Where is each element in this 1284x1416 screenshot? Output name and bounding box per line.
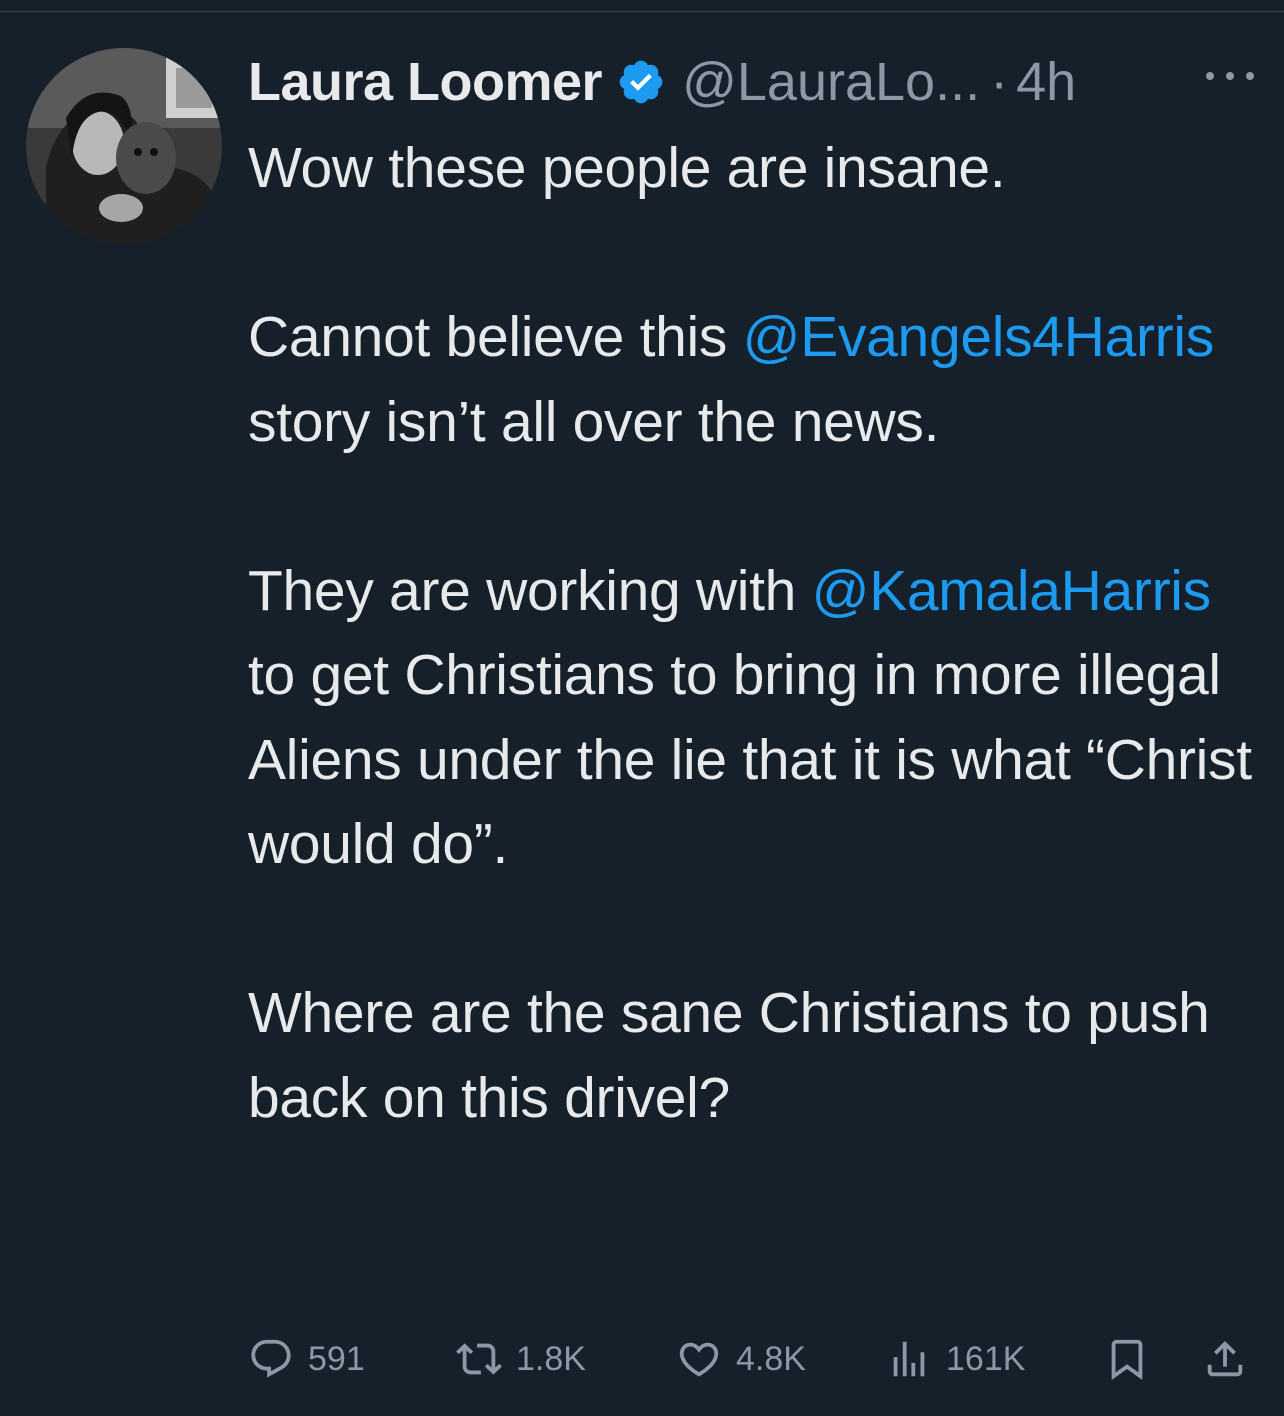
tweet-timestamp[interactable]: 4h bbox=[1016, 51, 1076, 113]
reply-button[interactable]: 591 bbox=[248, 1334, 365, 1384]
tweet-text-segment: They are working with bbox=[248, 558, 812, 623]
more-horizontal-icon[interactable] bbox=[1202, 66, 1258, 86]
mention-link-kamalaharris[interactable]: @KamalaHarris bbox=[812, 559, 1212, 623]
tweet-actions-bar: 591 1.8K 4.8K 161K bbox=[248, 1334, 1258, 1384]
share-icon bbox=[1207, 1340, 1243, 1377]
tweet-text-segment: Cannot believe this bbox=[248, 305, 743, 369]
reply-icon bbox=[251, 1339, 291, 1378]
share-button[interactable] bbox=[1202, 1334, 1262, 1384]
tweet-paragraph-2: Cannot believe this @Evangels4Harris sto… bbox=[248, 295, 1258, 464]
top-divider bbox=[0, 0, 1284, 12]
tweet-paragraph-1: Wow these people are insane. bbox=[248, 136, 1006, 200]
tweet-paragraph-3: They are working with @KamalaHarris to g… bbox=[248, 549, 1258, 887]
retweet-count: 1.8K bbox=[516, 1339, 586, 1378]
views-button[interactable]: 161K bbox=[886, 1334, 1025, 1384]
author-handle[interactable]: @LauraLo... bbox=[682, 51, 980, 113]
reply-count: 591 bbox=[308, 1339, 365, 1378]
like-button[interactable]: 4.8K bbox=[676, 1334, 806, 1384]
verified-badge-icon bbox=[619, 60, 663, 104]
heart-icon bbox=[679, 1342, 719, 1377]
bookmark-icon bbox=[1111, 1339, 1143, 1380]
author-display-name[interactable]: Laura Loomer bbox=[248, 51, 603, 113]
retweet-icon bbox=[456, 1343, 502, 1375]
tweet-paragraph-4: Where are the sane Christians to push ba… bbox=[248, 981, 1226, 1130]
bookmark-button[interactable] bbox=[1104, 1334, 1164, 1384]
views-icon bbox=[893, 1341, 925, 1377]
mention-link-evangels4harris[interactable]: @Evangels4Harris bbox=[743, 305, 1215, 369]
like-count: 4.8K bbox=[736, 1339, 806, 1378]
avatar[interactable] bbox=[26, 48, 222, 244]
views-count: 161K bbox=[946, 1339, 1026, 1378]
tweet-text: Wow these people are insane. Cannot belie… bbox=[248, 126, 1258, 1140]
separator-dot: · bbox=[990, 52, 1009, 112]
avatar-photo bbox=[26, 48, 222, 244]
tweet-header: Laura Loomer @LauraLo... · 4h bbox=[248, 44, 1258, 120]
retweet-button[interactable]: 1.8K bbox=[456, 1334, 586, 1384]
